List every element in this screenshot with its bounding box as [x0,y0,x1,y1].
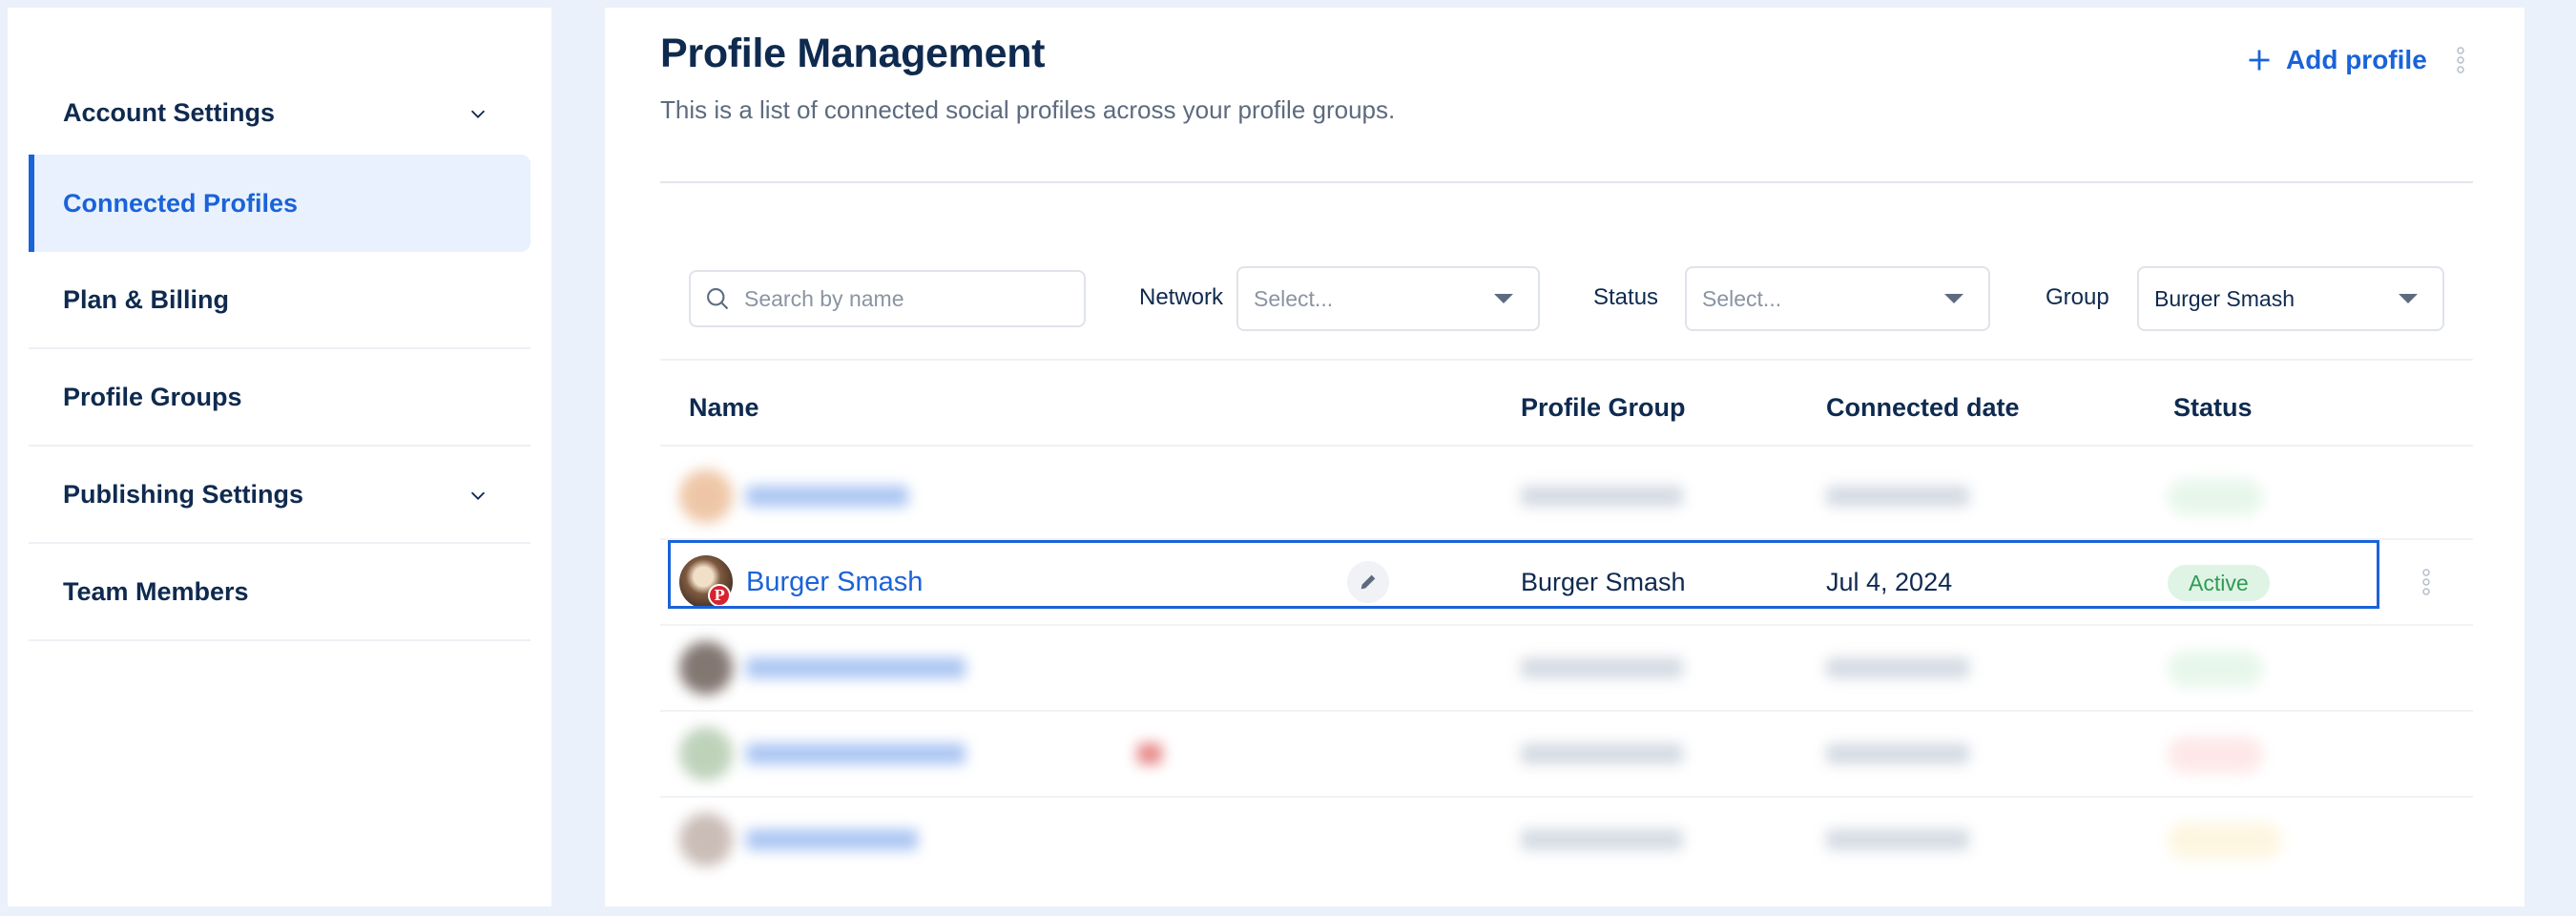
header-divider [660,181,2473,183]
pinterest-icon: P [708,584,731,607]
page-subtitle: This is a list of connected social profi… [660,95,1396,124]
settings-sidebar: Account Settings Connected Profiles Plan… [8,8,551,906]
network-select[interactable]: Select... [1236,266,1540,331]
column-header-status[interactable]: Status [2173,393,2253,423]
sidebar-item-account-settings[interactable]: Account Settings [29,65,530,162]
edit-profile-button[interactable] [1347,561,1389,603]
add-profile-label: Add profile [2286,45,2427,74]
status-badge: Active [2168,565,2270,601]
sidebar-item-label: Account Settings [63,97,276,127]
more-options-icon[interactable] [2454,46,2467,74]
group-filter-label: Group [2046,284,2109,310]
sidebar-item-team-members[interactable]: Team Members [29,544,530,641]
table-row-blurred [660,626,2473,710]
group-select[interactable]: Burger Smash [2137,266,2444,331]
group-select-value: Burger Smash [2154,285,2296,311]
sidebar-item-label: Publishing Settings [63,479,304,509]
avatar [679,727,733,781]
sidebar-item-connected-profiles[interactable]: Connected Profiles [29,155,530,252]
caret-down-icon [1494,294,1513,303]
column-header-profile-group[interactable]: Profile Group [1521,393,1686,423]
avatar [679,469,733,523]
avatar [679,813,733,866]
add-profile-button[interactable]: Add profile [2246,36,2427,84]
caret-down-icon [1944,294,1963,303]
avatar [679,641,733,695]
sidebar-item-label: Plan & Billing [63,284,230,314]
search-icon [707,288,729,310]
column-header-connected-date[interactable]: Connected date [1826,393,2020,423]
profile-management-panel: Profile Management This is a list of con… [605,8,2524,906]
status-select[interactable]: Select... [1685,266,1990,331]
connected-date-cell: Jul 4, 2024 [1826,567,1953,596]
sidebar-item-profile-groups[interactable]: Profile Groups [29,349,530,447]
caret-down-icon [2399,294,2418,303]
network-filter-label: Network [1139,284,1224,310]
sidebar-item-label: Team Members [63,576,249,606]
chevron-down-icon [470,491,486,500]
pencil-icon [1361,574,1376,590]
column-header-name[interactable]: Name [689,393,759,423]
search-input[interactable] [744,285,1069,312]
search-field[interactable] [689,270,1086,327]
table-row-blurred [660,712,2473,796]
network-select-value: Select... [1254,285,1334,311]
status-select-value: Select... [1702,285,1782,311]
table-header-divider [660,445,2473,447]
sidebar-item-plan-billing[interactable]: Plan & Billing [29,252,530,349]
page-title: Profile Management [660,31,1046,76]
profile-group-cell: Burger Smash [1521,567,1686,596]
sidebar-item-publishing-settings[interactable]: Publishing Settings [29,447,530,544]
table-row-burger-smash[interactable]: P Burger Smash Burger Smash Jul 4, 2024 … [660,540,2473,624]
profile-name-link[interactable]: Burger Smash [746,540,923,624]
table-row-blurred [660,454,2473,538]
sidebar-item-label: Profile Groups [63,382,242,411]
filter-divider [660,359,2473,361]
sidebar-item-label: Connected Profiles [63,188,299,218]
plus-icon [2249,50,2270,71]
table-row-blurred [660,798,2473,882]
chevron-down-icon [470,110,486,118]
status-filter-label: Status [1593,284,1659,310]
row-more-options-icon[interactable] [2420,567,2433,597]
